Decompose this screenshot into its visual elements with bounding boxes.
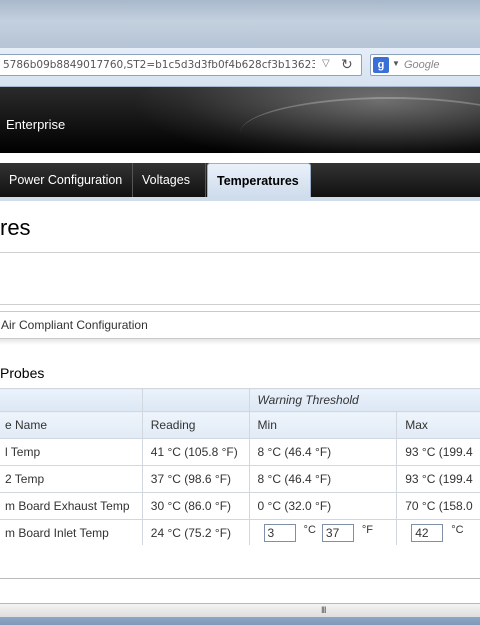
table-row: 2 Temp 37 °C (98.6 °F) 8 °C (46.4 °F) 93…: [0, 465, 480, 493]
probe-max: 93 °C (199.4: [396, 438, 480, 466]
page-title: res: [0, 215, 31, 240]
config-box: Air Compliant Configuration: [0, 311, 480, 339]
column-header-name: e Name: [0, 411, 143, 439]
column-header-reading: Reading: [141, 411, 250, 439]
divider: [0, 252, 480, 253]
divider: [0, 304, 480, 305]
probe-name: m Board Inlet Temp: [0, 519, 143, 547]
probe-name: 2 Temp: [0, 465, 143, 493]
warning-threshold-header: Warning Threshold: [248, 388, 480, 412]
config-box-shadow: [0, 339, 480, 345]
engine-dropdown-icon[interactable]: ▼: [392, 59, 400, 68]
probe-max: 93 °C (199.4: [396, 465, 480, 493]
column-header-max: Max: [396, 411, 480, 439]
table-header-row: e Name Reading Min Max: [0, 411, 480, 439]
table-header-cell: [0, 388, 143, 412]
probe-name: l Temp: [0, 438, 143, 466]
min-celsius-input[interactable]: 3: [263, 524, 296, 542]
probe-min: 8 °C (46.4 °F): [248, 465, 398, 493]
probe-reading: 30 °C (86.0 °F): [141, 492, 250, 520]
banner-title: Enterprise: [6, 117, 66, 132]
probes-table: Warning Threshold e Name Reading Min Max…: [0, 388, 480, 547]
tab-power-configuration[interactable]: Power Configuration: [0, 163, 133, 197]
tab-bar: Power Configuration Voltages Temperature…: [0, 163, 480, 201]
desktop-background-bottom: [0, 617, 480, 625]
reload-icon[interactable]: ↻: [341, 56, 353, 73]
probe-name: m Board Exhaust Temp: [0, 492, 143, 520]
min-fahrenheit-input[interactable]: 37: [321, 524, 354, 542]
search-engine-icon[interactable]: g: [373, 57, 389, 73]
history-dropdown-icon[interactable]: ▽: [322, 58, 330, 69]
celsius-unit: °C: [451, 524, 464, 536]
config-text: Air Compliant Configuration: [1, 318, 148, 332]
table-group-header-row: Warning Threshold: [0, 388, 480, 412]
url-text: 5786b09b8849017760,ST2=b1c5d3d3fb0f4b628…: [3, 59, 315, 71]
probe-min: 8 °C (46.4 °F): [248, 438, 398, 466]
tab-temperatures[interactable]: Temperatures: [207, 163, 311, 197]
probe-min-editor: 3 °C 37 °F: [248, 519, 398, 547]
table-row: l Temp 41 °C (105.8 °F) 8 °C (46.4 °F) 9…: [0, 438, 480, 466]
browser-toolbar: 5786b09b8849017760,ST2=b1c5d3d3fb0f4b628…: [0, 48, 480, 87]
desktop-background: [0, 0, 480, 48]
table-row: m Board Inlet Temp 24 °C (75.2 °F) 3 °C 37…: [0, 519, 480, 547]
probe-reading: 37 °C (98.6 °F): [141, 465, 250, 493]
tab-voltages[interactable]: Voltages: [133, 163, 206, 197]
page-bottom: [0, 545, 480, 603]
column-header-min: Min: [248, 411, 398, 439]
scrollbar-grip[interactable]: III: [321, 605, 326, 615]
celsius-unit: °C: [303, 524, 316, 536]
section-title: Probes: [0, 365, 45, 381]
probe-min: 0 °C (32.0 °F): [248, 492, 398, 520]
search-placeholder: Google: [404, 59, 440, 71]
probe-max: 70 °C (158.0: [396, 492, 480, 520]
horizontal-scrollbar[interactable]: III: [0, 603, 480, 618]
fahrenheit-unit: °F: [361, 524, 374, 536]
max-celsius-input[interactable]: 42: [411, 524, 444, 542]
probe-max-editor: 42 °C: [396, 519, 480, 547]
probe-reading: 41 °C (105.8 °F): [141, 438, 250, 466]
divider: [0, 578, 480, 579]
probe-reading: 24 °C (75.2 °F): [141, 519, 250, 547]
search-bar[interactable]: g ▼ Google: [370, 54, 480, 76]
table-header-cell: [141, 388, 250, 412]
address-bar[interactable]: 5786b09b8849017760,ST2=b1c5d3d3fb0f4b628…: [0, 54, 362, 76]
table-row: m Board Exhaust Temp 30 °C (86.0 °F) 0 °…: [0, 492, 480, 520]
app-banner: Enterprise: [0, 87, 480, 153]
